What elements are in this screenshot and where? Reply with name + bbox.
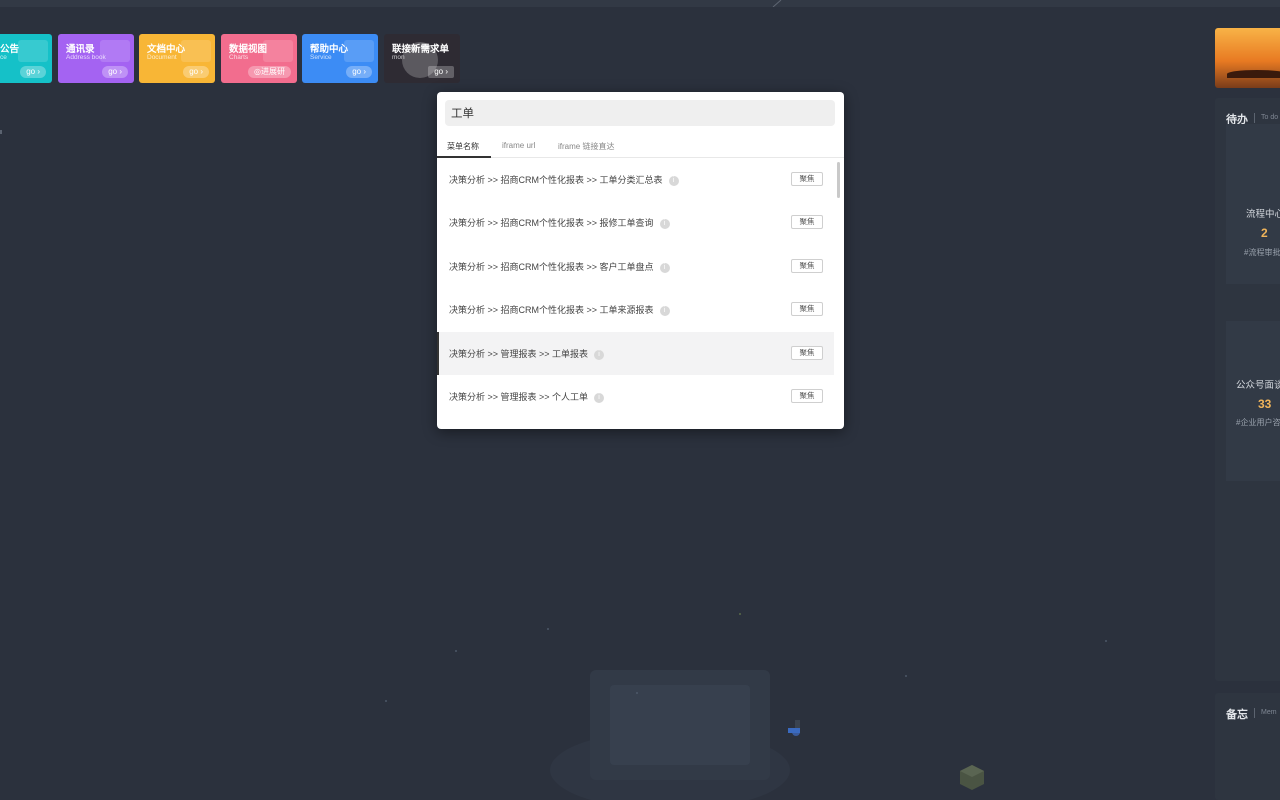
list-item[interactable]: 决策分析 >> 招商CRM个性化报表 >> 客户工单盘点 i 聚焦 (437, 245, 834, 288)
tab-iframe-link[interactable]: iframe 链接直达 (558, 141, 614, 152)
tab-iframe-url[interactable]: iframe url (502, 141, 535, 150)
card-go-button[interactable]: ◎进展研 (248, 66, 291, 78)
list-item[interactable]: 决策分析 >> 招商CRM个性化报表 >> 工单分类汇总表 i 聚焦 (437, 158, 834, 201)
tile-count: 33 (1258, 397, 1272, 411)
decor-star (1105, 640, 1107, 642)
decor-star (547, 628, 549, 630)
help-center-card[interactable]: 帮助中心 Service go › (302, 34, 378, 83)
banner-image (1215, 28, 1280, 88)
menu-path: 决策分析 >> 招商CRM个性化报表 >> 客户工单盘点 i (449, 260, 670, 273)
focus-button[interactable]: 聚焦 (791, 215, 823, 229)
cube-icon (960, 765, 984, 790)
decor-star (455, 650, 457, 652)
list-scrollbar[interactable] (837, 162, 840, 198)
todo-panel: 待办 To do 流程中心 2 #流程审批 公众号面谈 33 #企业用户咨 (1215, 98, 1280, 681)
menu-path: 决策分析 >> 招商CRM个性化报表 >> 报修工单查询 i (449, 216, 670, 229)
menu-path: 决策分析 >> 招商CRM个性化报表 >> 工单分类汇总表 i (449, 173, 679, 186)
info-icon: i (659, 218, 670, 229)
todo-subtitle: To do (1261, 114, 1279, 121)
tab-menu-name[interactable]: 菜单名称 (447, 141, 479, 152)
document-center-card[interactable]: 文档中心 Document go › (139, 34, 215, 83)
info-icon: i (594, 349, 605, 360)
tile-name: 公众号面谈 (1236, 380, 1280, 391)
focus-button[interactable]: 聚焦 (791, 302, 823, 316)
card-title: 联接新需求单 (392, 44, 450, 55)
decor-star (905, 675, 907, 677)
info-icon: i (659, 262, 670, 273)
focus-button[interactable]: 聚焦 (791, 259, 823, 273)
menu-path: 决策分析 >> 管理报表 >> 个人工单 i (449, 390, 605, 403)
list-item[interactable]: 决策分析 >> 招商CRM个性化报表 >> 工单来源报表 i 聚焦 (437, 288, 834, 331)
divider-icon (772, 0, 782, 7)
decor-star (739, 613, 741, 615)
list-item[interactable]: 决策分析 >> 管理报表 >> 个人工单 i 聚焦 (437, 375, 834, 418)
info-icon: i (668, 175, 679, 186)
card-title: 通讯录 (66, 44, 95, 55)
title-divider (1254, 113, 1255, 123)
todo-tile-process[interactable]: 流程中心 2 #流程审批 (1226, 124, 1280, 284)
menu-path: 决策分析 >> 管理报表 >> 工单报表 i (449, 347, 605, 360)
new-requirement-card[interactable]: 联接新需求单 mon go › (384, 34, 460, 83)
search-result-list: 决策分析 >> 招商CRM个性化报表 >> 工单分类汇总表 i 聚焦 决策分析 >… (437, 158, 834, 429)
card-subtitle: Charts (229, 54, 249, 61)
card-illustration (344, 40, 374, 62)
decor-star (385, 700, 387, 702)
tile-note: #企业用户咨 (1236, 418, 1280, 427)
card-title: 数据视图 (229, 44, 268, 55)
card-go-button[interactable]: go › (346, 66, 372, 78)
announcement-card[interactable]: 公告 ce go › (0, 34, 52, 83)
address-book-card[interactable]: 通讯录 Address book go › (58, 34, 134, 83)
card-go-button[interactable]: go › (102, 66, 128, 78)
card-go-button[interactable]: go › (428, 66, 454, 78)
focus-button[interactable]: 聚焦 (791, 389, 823, 403)
search-tabs: 菜单名称 iframe url iframe 链接直达 (437, 136, 844, 158)
card-subtitle: Document (147, 54, 177, 61)
background-illustration (550, 670, 800, 800)
memo-title: 备忘 (1226, 709, 1248, 721)
card-title: 帮助中心 (310, 44, 349, 55)
card-subtitle: ce (0, 54, 7, 61)
card-illustration (18, 40, 48, 62)
charts-card[interactable]: 数据视图 Charts ◎进展研 (221, 34, 297, 83)
card-title: 公告 (0, 44, 20, 55)
card-title: 文档中心 (147, 44, 186, 55)
list-item[interactable]: 决策分析 >> 招商CRM个性化报表 >> 报修工单查询 i 聚焦 (437, 201, 834, 244)
focus-button[interactable]: 聚焦 (791, 346, 823, 360)
focus-button[interactable]: 聚焦 (791, 172, 823, 186)
title-divider (1254, 708, 1255, 718)
card-go-button[interactable]: go › (20, 66, 46, 78)
menu-search-input[interactable] (445, 100, 835, 126)
memo-subtitle: Mem (1261, 709, 1277, 716)
card-subtitle: Service (310, 54, 332, 61)
list-item[interactable]: 决策分析 >> 管理报表 >> 工单报表 i 聚焦 (437, 332, 834, 375)
left-edge-marker (0, 130, 2, 134)
menu-search-modal: 菜单名称 iframe url iframe 链接直达 决策分析 >> 招商CR… (437, 92, 844, 429)
info-icon: i (659, 305, 670, 316)
decor-star (636, 692, 638, 694)
card-illustration (181, 40, 211, 62)
card-subtitle: Address book (66, 54, 106, 61)
memo-panel: 备忘 Mem (1215, 693, 1280, 800)
tile-name: 流程中心 (1246, 209, 1280, 220)
todo-tile-wechat[interactable]: 公众号面谈 33 #企业用户咨 (1226, 321, 1280, 481)
card-go-button[interactable]: go › (183, 66, 209, 78)
info-icon: i (594, 392, 605, 403)
tile-count: 2 (1261, 226, 1268, 240)
top-bar (0, 0, 1280, 7)
card-illustration (263, 40, 293, 62)
tile-note: #流程审批 (1244, 248, 1280, 257)
menu-path: 决策分析 >> 招商CRM个性化报表 >> 工单来源报表 i (449, 303, 670, 316)
card-subtitle: mon (392, 54, 405, 61)
